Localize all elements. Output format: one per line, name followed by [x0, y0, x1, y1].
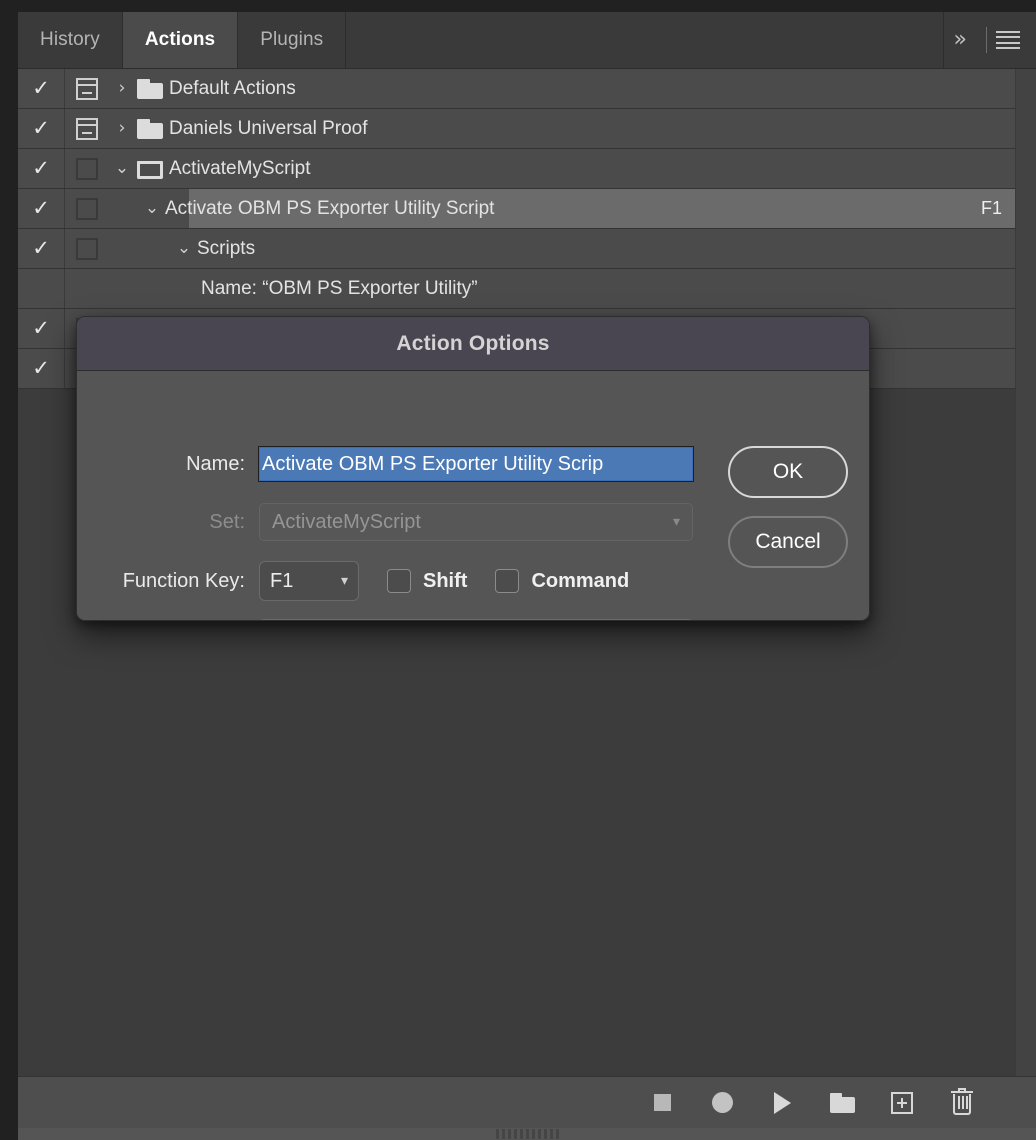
table-row[interactable]: ✓ › Daniels Universal Proof	[18, 109, 1015, 149]
set-dropdown: ActivateMyScript ▾	[259, 503, 693, 541]
folder-icon	[830, 1093, 855, 1113]
checkmark-icon: ✓	[32, 158, 50, 179]
modal-dialog-on-icon	[76, 78, 98, 100]
chevron-down-icon[interactable]: ⌄	[171, 240, 197, 257]
command-label: Command	[531, 570, 629, 593]
row-enabled-toggle[interactable]: ✓	[18, 109, 65, 148]
table-row[interactable]: ✓ ⌄Activate OBM PS Exporter Utility Scrip…	[18, 189, 1015, 229]
row-enabled-toggle[interactable]: ✓	[18, 229, 65, 268]
cancel-button[interactable]: Cancel	[728, 516, 848, 568]
command-checkbox-group[interactable]: Command	[495, 569, 629, 593]
row-label: Activate OBM PS Exporter Utility Script	[165, 198, 494, 220]
chevron-down-icon[interactable]: ⌄	[139, 200, 165, 217]
panel-tab-bar: History Actions Plugins »	[18, 12, 1036, 69]
play-triangle-icon	[774, 1092, 791, 1114]
row-label: Scripts	[197, 238, 255, 260]
function-key-dropdown[interactable]: F1 ▾	[259, 561, 359, 601]
modal-dialog-off-icon	[76, 158, 98, 180]
toolbar-divider	[986, 27, 987, 53]
row-label: Default Actions	[169, 78, 296, 100]
row-dialog-toggle[interactable]	[65, 229, 109, 268]
shift-checkbox[interactable]	[387, 569, 411, 593]
table-row[interactable]: ✓ ⌄ ActivateMyScript	[18, 149, 1015, 189]
checkmark-icon: ✓	[32, 318, 50, 339]
table-row[interactable]: Name: “OBM PS Exporter Utility”	[18, 269, 1015, 309]
tab-plugins[interactable]: Plugins	[238, 12, 346, 68]
dialog-body: Name: Activate OBM PS Exporter Utility S…	[77, 371, 869, 620]
record-button[interactable]	[692, 1077, 752, 1129]
new-set-button[interactable]	[812, 1077, 872, 1129]
row-function-key: F1	[981, 198, 1015, 219]
row-label: Name: “OBM PS Exporter Utility”	[201, 278, 478, 300]
name-input-value: Activate OBM PS Exporter Utility Scrip	[262, 453, 603, 476]
folder-closed-icon	[137, 79, 163, 99]
checkmark-icon: ✓	[32, 78, 50, 99]
stop-square-icon	[654, 1094, 671, 1111]
plus-box-icon	[891, 1092, 913, 1114]
action-options-dialog: Action Options Name: Activate OBM PS Exp…	[76, 316, 870, 621]
dialog-title: Action Options	[77, 317, 869, 371]
panel-controls: »	[944, 12, 1036, 68]
command-checkbox[interactable]	[495, 569, 519, 593]
row-enabled-toggle[interactable]	[18, 269, 65, 308]
play-button[interactable]	[752, 1077, 812, 1129]
row-label: Daniels Universal Proof	[169, 118, 368, 140]
photoshop-actions-panel-screen: History Actions Plugins » ✓ › Default Acti…	[0, 0, 1036, 1140]
function-key-label: Function Key:	[77, 570, 259, 593]
row-enabled-toggle[interactable]: ✓	[18, 189, 65, 228]
function-key-value: F1	[270, 570, 293, 593]
grip-lines-icon	[496, 1129, 559, 1139]
record-circle-icon	[712, 1092, 733, 1113]
row-label: ActivateMyScript	[169, 158, 310, 180]
color-dropdown[interactable]: None ▾	[259, 619, 693, 621]
panel-menu-icon[interactable]	[996, 31, 1020, 50]
row-enabled-toggle[interactable]: ✓	[18, 309, 65, 348]
vertical-scrollbar[interactable]	[1015, 69, 1036, 1076]
delete-button[interactable]	[932, 1077, 992, 1129]
table-row[interactable]: ✓ › Default Actions	[18, 69, 1015, 109]
row-dialog-toggle[interactable]	[65, 69, 109, 108]
set-label: Set:	[77, 511, 259, 534]
row-enabled-toggle[interactable]: ✓	[18, 349, 65, 388]
stop-button[interactable]	[632, 1077, 692, 1129]
checkmark-icon: ✓	[32, 358, 50, 379]
row-dialog-toggle[interactable]	[65, 149, 109, 188]
tab-bar-filler	[346, 12, 943, 68]
color-field-row: Color: None ▾	[77, 619, 869, 621]
name-label: Name:	[77, 453, 259, 476]
chevron-down-icon: ▾	[341, 573, 348, 589]
shift-label: Shift	[423, 570, 467, 593]
name-input[interactable]: Activate OBM PS Exporter Utility Scrip	[259, 447, 693, 481]
chevron-right-icon[interactable]: ›	[109, 80, 135, 97]
row-enabled-toggle[interactable]: ✓	[18, 149, 65, 188]
tab-actions[interactable]: Actions	[123, 12, 238, 68]
table-row[interactable]: ✓ ⌄Scripts	[18, 229, 1015, 269]
set-dropdown-value: ActivateMyScript	[272, 511, 421, 534]
chevron-double-right-icon[interactable]: »	[944, 29, 977, 51]
modal-dialog-off-icon	[76, 238, 98, 260]
actions-panel-toolbar	[18, 1076, 1036, 1128]
modal-dialog-off-icon	[76, 198, 98, 220]
ok-button[interactable]: OK	[728, 446, 848, 498]
row-dialog-toggle[interactable]	[65, 189, 109, 228]
chevron-down-icon[interactable]: ⌄	[109, 160, 135, 177]
checkmark-icon: ✓	[32, 118, 50, 139]
panel-resize-grip[interactable]	[18, 1128, 1036, 1140]
tab-history[interactable]: History	[18, 12, 123, 68]
row-dialog-toggle[interactable]	[65, 269, 109, 308]
checkmark-icon: ✓	[32, 198, 50, 219]
row-dialog-toggle[interactable]	[65, 109, 109, 148]
folder-open-icon	[137, 159, 163, 179]
chevron-right-icon[interactable]: ›	[109, 120, 135, 137]
shift-checkbox-group[interactable]: Shift	[387, 569, 467, 593]
row-enabled-toggle[interactable]: ✓	[18, 69, 65, 108]
chevron-down-icon: ▾	[673, 514, 680, 530]
new-action-button[interactable]	[872, 1077, 932, 1129]
checkmark-icon: ✓	[32, 238, 50, 259]
trash-icon	[951, 1091, 973, 1115]
modal-dialog-on-icon	[76, 118, 98, 140]
folder-closed-icon	[137, 119, 163, 139]
